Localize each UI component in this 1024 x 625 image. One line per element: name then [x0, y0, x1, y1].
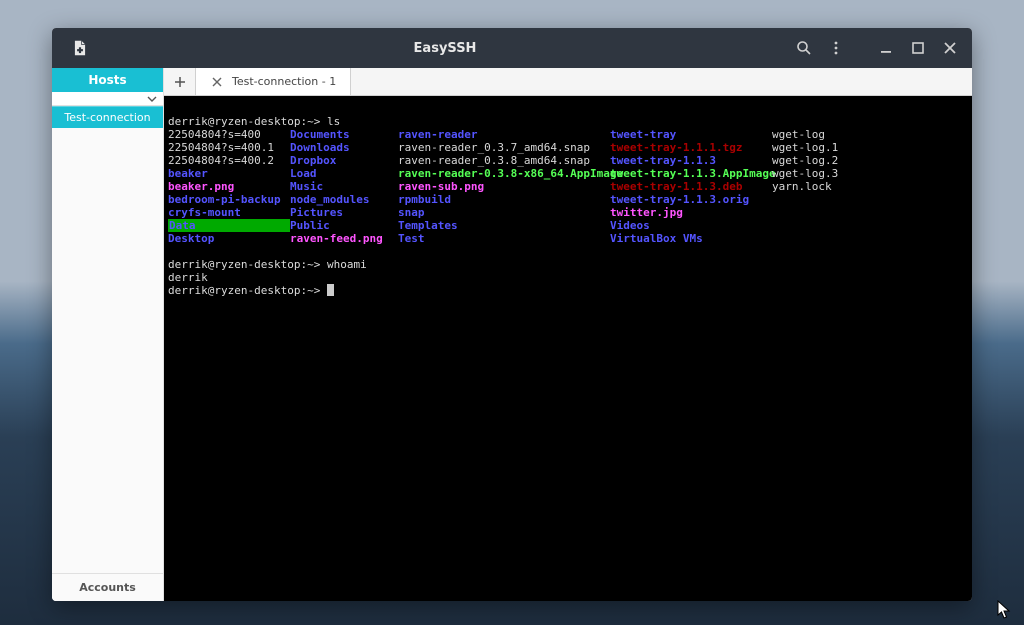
terminal[interactable]: derrik@ryzen-desktop:~> ls 22504804?s=40…	[164, 96, 972, 601]
ls-entry: tweet-tray-1.1.3.orig	[610, 193, 772, 206]
sidebar-item-test-connection[interactable]: Test-connection	[52, 106, 163, 128]
terminal-cursor	[327, 284, 334, 296]
terminal-prompt: derrik@ryzen-desktop:~>	[168, 284, 320, 297]
plus-icon	[173, 75, 187, 89]
hosts-dropdown-toggle[interactable]	[52, 92, 163, 106]
ls-entry: wget-log	[772, 128, 860, 141]
ls-entry: Downloads	[290, 141, 398, 154]
terminal-command: whoami	[327, 258, 367, 271]
ls-entry: beaker.png	[168, 180, 290, 193]
sidebar: Hosts Test-connection Accounts	[52, 68, 164, 601]
ls-entry: wget-log.2	[772, 154, 860, 167]
ls-entry: Music	[290, 180, 398, 193]
close-icon	[212, 77, 222, 87]
close-icon	[942, 40, 958, 56]
ls-entry: yarn.lock	[772, 180, 860, 193]
ls-entry: cryfs-mount	[168, 206, 290, 219]
ls-entry: tweet-tray-1.1.3.deb	[610, 180, 772, 193]
ls-entry: raven-sub.png	[398, 180, 610, 193]
ls-entry: wget-log.1	[772, 141, 860, 154]
ls-entry	[772, 206, 860, 219]
hosts-header[interactable]: Hosts	[52, 68, 163, 92]
close-button[interactable]	[936, 34, 964, 62]
titlebar: EasySSH	[52, 28, 972, 68]
terminal-output-line: derrik	[168, 271, 208, 284]
ls-entry	[772, 232, 860, 245]
minimize-icon	[878, 40, 894, 56]
maximize-icon	[910, 40, 926, 56]
ls-entry: Pictures	[290, 206, 398, 219]
sidebar-spacer	[52, 128, 163, 573]
new-connection-button[interactable]	[66, 34, 94, 62]
ls-entry: node_modules	[290, 193, 398, 206]
terminal-command: ls	[327, 115, 340, 128]
tab-test-connection-1[interactable]: Test-connection - 1	[196, 68, 351, 95]
ls-entry: VirtualBox VMs	[610, 232, 772, 245]
ls-entry: Public	[290, 219, 398, 232]
menu-button[interactable]	[822, 34, 850, 62]
minimize-button[interactable]	[872, 34, 900, 62]
search-button[interactable]	[790, 34, 818, 62]
ls-entry: bedroom-pi-backup	[168, 193, 290, 206]
maximize-button[interactable]	[904, 34, 932, 62]
ls-entry: Videos	[610, 219, 772, 232]
kebab-icon	[828, 40, 844, 56]
chevron-down-icon	[147, 94, 157, 104]
ls-entry: Templates	[398, 219, 610, 232]
search-icon	[796, 40, 812, 56]
ls-entry: wget-log.3	[772, 167, 860, 180]
ls-entry	[772, 193, 860, 206]
accounts-button[interactable]: Accounts	[52, 573, 163, 601]
content-area: Hosts Test-connection Accounts Test-conn…	[52, 68, 972, 601]
ls-entry: beaker	[168, 167, 290, 180]
ls-entry: raven-feed.png	[290, 232, 398, 245]
ls-entry: 22504804?s=400	[168, 128, 290, 141]
tab-bar: Test-connection - 1	[164, 68, 972, 96]
ls-entry: twitter.jpg	[610, 206, 772, 219]
ls-output: 22504804?s=400Documentsraven-readertweet…	[168, 128, 964, 245]
ls-entry: Documents	[290, 128, 398, 141]
ls-entry: Test	[398, 232, 610, 245]
ls-entry: raven-reader_0.3.8_amd64.snap	[398, 154, 610, 167]
window-title: EasySSH	[100, 41, 790, 56]
ls-entry: Dropbox	[290, 154, 398, 167]
ls-entry: raven-reader-0.3.8-x86_64.AppImage	[398, 167, 610, 180]
ls-entry: tweet-tray-1.1.3	[610, 154, 772, 167]
ls-entry	[772, 219, 860, 232]
ls-entry: tweet-tray-1.1.1.tgz	[610, 141, 772, 154]
terminal-prompt: derrik@ryzen-desktop:~>	[168, 258, 320, 271]
ls-entry: 22504804?s=400.2	[168, 154, 290, 167]
tab-label: Test-connection - 1	[232, 75, 336, 88]
mouse-cursor-icon	[997, 600, 1011, 620]
new-file-icon	[72, 40, 88, 56]
app-window: EasySSH Hosts Test-co	[52, 28, 972, 601]
ls-entry: snap	[398, 206, 610, 219]
ls-entry: raven-reader	[398, 128, 610, 141]
ls-entry: tweet-tray-1.1.3.AppImage	[610, 167, 772, 180]
ls-entry: Load	[290, 167, 398, 180]
ls-entry: Desktop	[168, 232, 290, 245]
main-panel: Test-connection - 1 derrik@ryzen-desktop…	[164, 68, 972, 601]
ls-entry: 22504804?s=400.1	[168, 141, 290, 154]
terminal-prompt: derrik@ryzen-desktop:~>	[168, 115, 320, 128]
ls-entry: tweet-tray	[610, 128, 772, 141]
ls-entry: rpmbuild	[398, 193, 610, 206]
ls-entry: Data	[168, 219, 290, 232]
add-tab-button[interactable]	[164, 68, 196, 95]
tab-close-button[interactable]	[210, 75, 224, 89]
ls-entry: raven-reader_0.3.7_amd64.snap	[398, 141, 610, 154]
